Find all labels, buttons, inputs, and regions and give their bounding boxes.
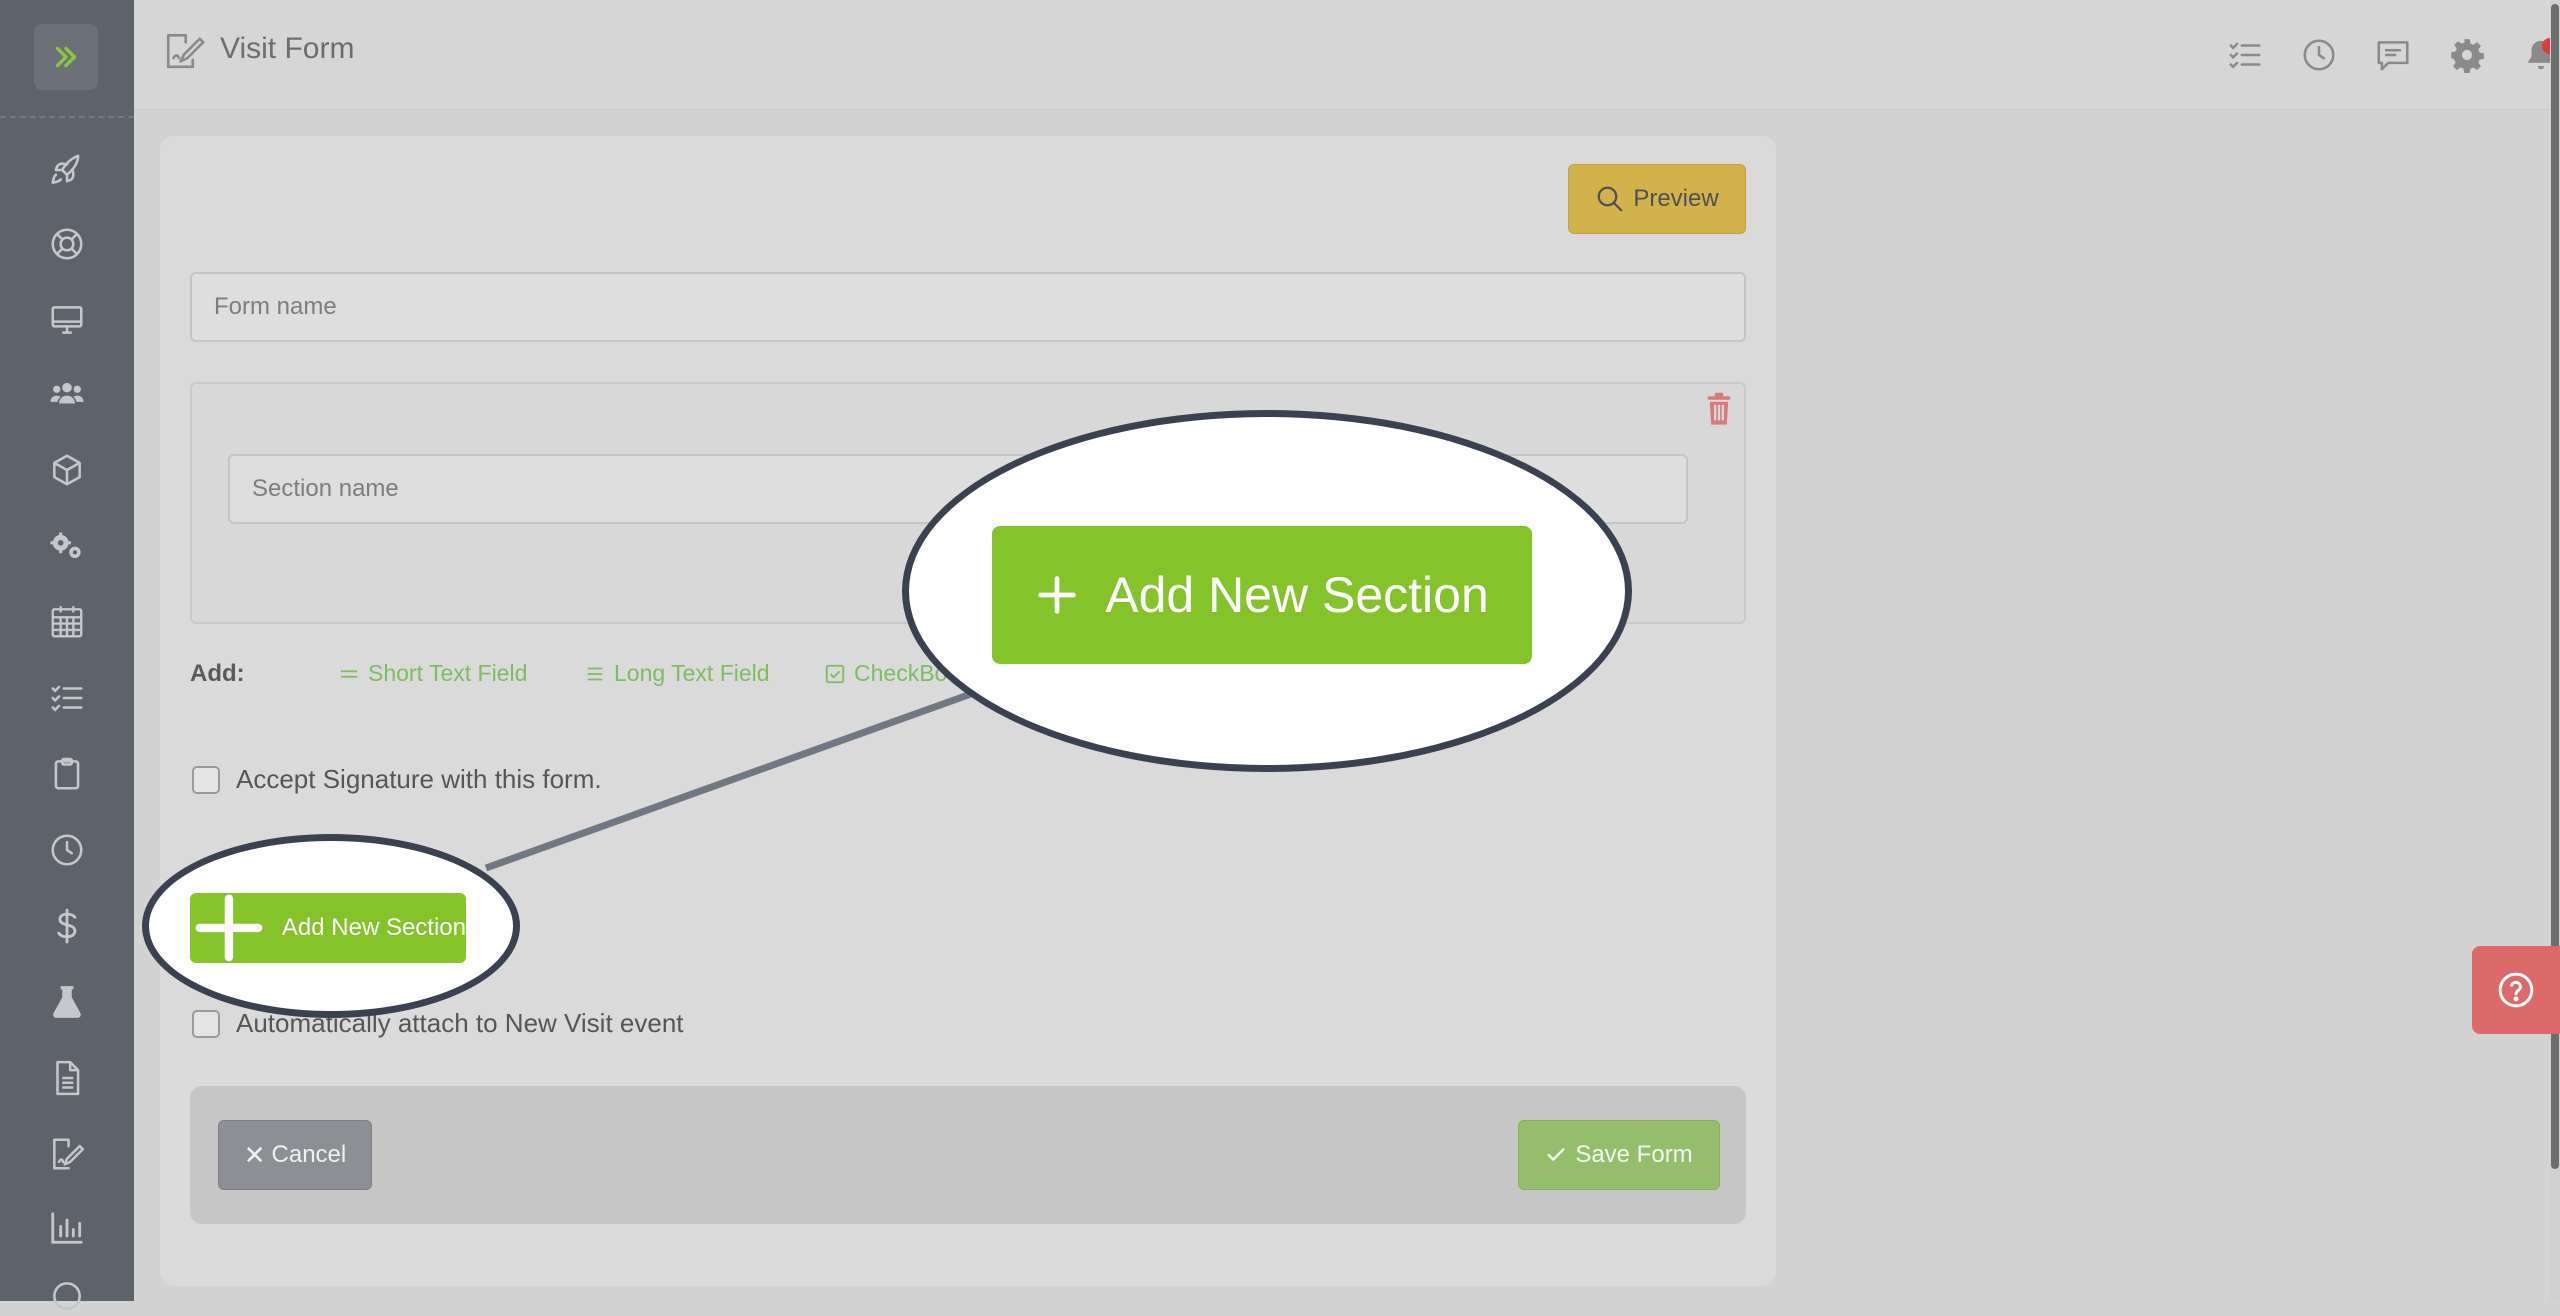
help-button[interactable] [2472,946,2560,1034]
sidebar-item-settings[interactable] [44,526,90,566]
page-title: Visit Form [220,32,355,65]
sidebar-item-history[interactable] [44,830,90,870]
calendar-icon [51,606,83,638]
preview-button[interactable]: Preview [1568,164,1746,234]
history-button[interactable] [2300,36,2338,74]
sidebar-item-support[interactable] [44,224,90,264]
sidebar-item-lab[interactable] [44,982,90,1022]
document-icon [56,1060,80,1096]
zoomed-add-new-section-label: Add New Section [1105,567,1489,623]
add-new-section-button[interactable]: Add New Section [190,893,466,963]
save-form-button[interactable]: Save Form [1518,1120,1720,1190]
form-edit-icon [166,33,205,69]
sidebar-item-documents[interactable] [44,1058,90,1098]
signature-icon [53,1138,85,1170]
cancel-label: Cancel [271,1141,347,1168]
monitor-icon [51,306,83,334]
messages-button[interactable] [2374,36,2412,74]
add-new-section-label: Add New Section [281,914,466,941]
chevrons-right-icon [55,46,77,68]
clock-icon [51,834,83,866]
short-text-icon [340,669,358,678]
check-icon [1547,1148,1565,1161]
search-icon [1597,186,1623,212]
long-text-icon [587,667,603,680]
clipboard-icon [54,757,80,790]
sidebar-item-forms[interactable] [44,1134,90,1174]
sidebar-toggle-button[interactable] [34,24,98,90]
tasks-icon [2229,42,2261,69]
auto-attach-checkbox[interactable] [192,1009,220,1038]
close-icon: ✕ [243,1139,266,1170]
form-footer [190,1086,1746,1224]
add-short-text-field-link[interactable]: Short Text Field [338,660,527,687]
chart-icon [51,1212,83,1244]
add-long-text-field-link[interactable]: Long Text Field [584,660,770,687]
clock-icon [2303,39,2335,71]
sidebar-item-users[interactable] [44,374,90,414]
sidebar-item-billing[interactable] [44,906,90,946]
lifebuoy-icon [51,228,83,260]
flask-icon [53,986,81,1018]
cogs-icon [50,532,81,559]
gear-icon [2451,39,2484,74]
circle-icon [53,1282,81,1310]
users-icon [50,382,84,404]
tasks-button[interactable] [2226,36,2264,74]
plus-icon [195,894,263,962]
sidebar-item-calendar[interactable] [44,602,90,642]
zoomed-add-new-section-button: Add New Section [992,526,1532,664]
plus-icon [1038,576,1077,614]
accept-signature-label: Accept Signature with this form. [236,764,602,794]
checkbox-icon [825,664,845,683]
sidebar-item-more[interactable] [44,1276,90,1316]
sidebar-divider [0,116,134,118]
accept-signature-checkbox[interactable] [192,765,220,794]
box-icon [53,454,81,486]
trash-icon[interactable] [1704,392,1734,426]
sidebar-item-clipboard[interactable] [44,754,90,794]
settings-button[interactable] [2448,36,2486,74]
accept-signature-row[interactable]: Accept Signature with this form. [192,764,602,795]
preview-label: Preview [1633,185,1719,212]
rocket-icon [51,154,80,184]
dollar-icon [57,908,77,944]
sidebar-item-display[interactable] [44,300,90,340]
save-form-label: Save Form [1575,1141,1693,1168]
add-link-label: Long Text Field [614,660,770,686]
sidebar-item-reports[interactable] [44,1208,90,1248]
sidebar-item-inventory[interactable] [44,450,90,490]
form-name-input[interactable] [190,272,1746,342]
add-checkbox-link[interactable]: CheckBo [824,660,947,687]
sidebar-item-tasks[interactable] [44,678,90,718]
top-bar: Visit Form [134,0,2560,110]
checklist-icon [51,685,83,712]
sidebar-item-launch[interactable] [44,150,90,190]
cancel-button[interactable]: ✕ Cancel [218,1120,372,1190]
sidebar [0,0,134,1310]
auto-attach-row[interactable]: Automatically attach to New Visit event [192,1008,684,1039]
chat-icon [2377,41,2409,71]
add-fields-label: Add: [190,660,245,687]
add-link-label: Short Text Field [368,660,528,686]
question-icon [2498,972,2534,1008]
